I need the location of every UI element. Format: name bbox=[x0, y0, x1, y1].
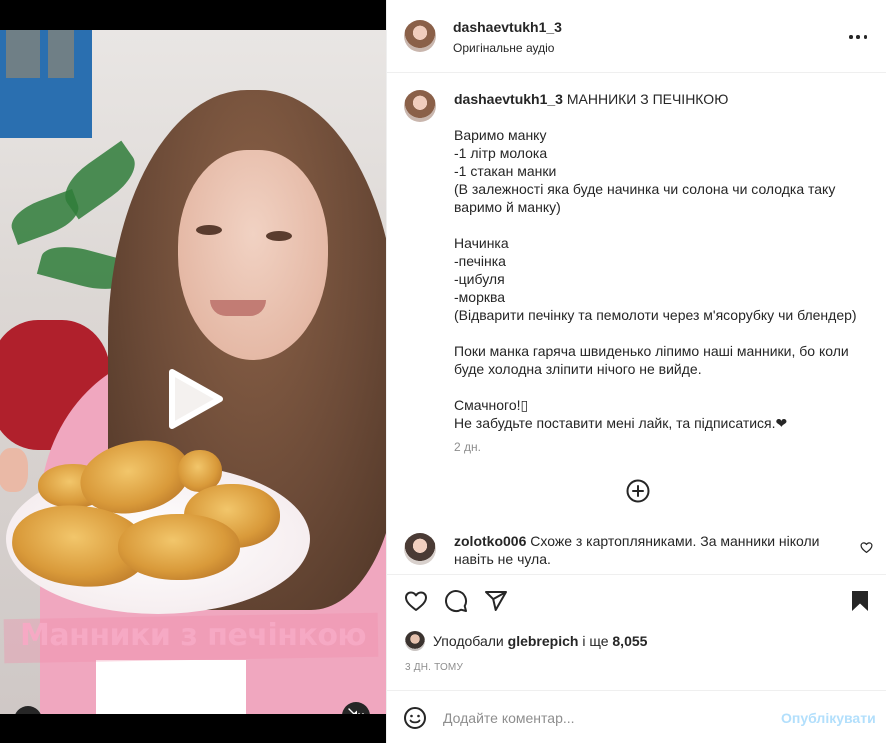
post-header: dashaevtukh1_3 Оригінальне аудіо bbox=[387, 0, 886, 73]
comment-input[interactable] bbox=[443, 705, 763, 731]
post-timestamp[interactable]: 3 ДН. ТОМУ bbox=[405, 662, 463, 673]
comment-body: zolotko006 Схоже з картопляниками. За ма… bbox=[454, 532, 844, 568]
caption-line: -цибуля bbox=[454, 271, 505, 287]
user-tag-button[interactable] bbox=[14, 706, 42, 714]
likes-summary[interactable]: Уподобали glebrepich і ще 8,055 bbox=[405, 631, 647, 651]
liker-avatar bbox=[405, 631, 425, 651]
plus-circle-icon[interactable] bbox=[626, 479, 650, 503]
comments-scroll-area[interactable]: dashaevtukh1_3 МАННИКИ З ПЕЧІНКОЮ Варимо… bbox=[387, 74, 886, 574]
caption-line: Варимо манку bbox=[454, 127, 547, 143]
shirt-print bbox=[96, 660, 246, 714]
post-actions: Уподобали glebrepich і ще 8,055 3 ДН. ТО… bbox=[387, 574, 886, 690]
commenter-username[interactable]: zolotko006 bbox=[454, 533, 526, 549]
heart-icon[interactable] bbox=[404, 589, 428, 613]
caption-line: -1 літр молока bbox=[454, 145, 548, 161]
media-letterbox-top bbox=[0, 0, 386, 30]
bookmark-icon[interactable] bbox=[848, 589, 872, 613]
more-options-button[interactable] bbox=[849, 28, 867, 46]
caption-author-avatar[interactable] bbox=[404, 90, 436, 122]
person-smile bbox=[210, 300, 266, 316]
commenter-avatar[interactable] bbox=[404, 533, 436, 565]
caption-title: МАННИКИ З ПЕЧІНКОЮ bbox=[566, 91, 729, 107]
play-icon[interactable] bbox=[164, 366, 226, 432]
caption-line: -1 стакан манки bbox=[454, 163, 557, 179]
fritter bbox=[118, 514, 240, 580]
send-icon[interactable] bbox=[484, 589, 508, 613]
post-dialog: Манники з печінкою dashaevtukh1_3 Оригін… bbox=[0, 0, 886, 743]
likes-suffix: і ще bbox=[582, 633, 609, 649]
likes-count[interactable]: 8,055 bbox=[612, 633, 647, 649]
author-username[interactable]: dashaevtukh1_3 bbox=[453, 19, 562, 35]
caption-line: Поки манка гаряча швиденько ліпимо наші … bbox=[454, 343, 853, 377]
add-comment-bar: Опублікувати bbox=[387, 690, 886, 743]
caption-line: Смачного!▯ bbox=[454, 397, 529, 413]
liker-username[interactable]: glebrepich bbox=[508, 633, 579, 649]
author-avatar[interactable] bbox=[404, 20, 436, 52]
background-window bbox=[0, 30, 92, 138]
caption-line bbox=[454, 378, 874, 396]
caption-line: (Відварити печінку та пемолоти через м'я… bbox=[454, 307, 857, 323]
media-letterbox-bottom bbox=[0, 714, 386, 743]
publish-button[interactable]: Опублікувати bbox=[781, 710, 876, 726]
post-details-panel: dashaevtukh1_3 Оригінальне аудіо dashaev… bbox=[386, 0, 886, 743]
caption-line: Начинка bbox=[454, 235, 509, 251]
emoji-icon[interactable] bbox=[403, 706, 427, 730]
likes-prefix: Уподобали bbox=[433, 633, 504, 649]
person-face bbox=[178, 150, 328, 360]
caption-lines: Варимо манку -1 літр молока -1 стакан ма… bbox=[454, 126, 874, 432]
media-panel: Манники з печінкою bbox=[0, 0, 386, 743]
caption-line: -морква bbox=[454, 289, 506, 305]
video-overlay-text: Манники з печінкою bbox=[20, 618, 367, 653]
caption-line: Не забудьте поставити мені лайк, та підп… bbox=[454, 415, 788, 431]
caption-author-username[interactable]: dashaevtukh1_3 bbox=[454, 91, 563, 107]
caption-line bbox=[454, 324, 874, 342]
video-player[interactable]: Манники з печінкою bbox=[0, 30, 386, 714]
more-horizontal-icon bbox=[849, 35, 853, 39]
caption-timestamp[interactable]: 2 дн. bbox=[454, 438, 874, 456]
original-audio-link[interactable]: Оригінальне аудіо bbox=[453, 41, 554, 55]
person-hand bbox=[0, 448, 28, 492]
caption-line: -печінка bbox=[454, 253, 506, 269]
caption-line: (В залежності яка буде начинка чи солона… bbox=[454, 181, 840, 215]
caption-line bbox=[454, 216, 874, 234]
caption-body: dashaevtukh1_3 МАННИКИ З ПЕЧІНКОЮ Варимо… bbox=[454, 90, 874, 456]
comment-heart-icon[interactable] bbox=[860, 541, 873, 554]
comment-icon[interactable] bbox=[444, 589, 468, 613]
